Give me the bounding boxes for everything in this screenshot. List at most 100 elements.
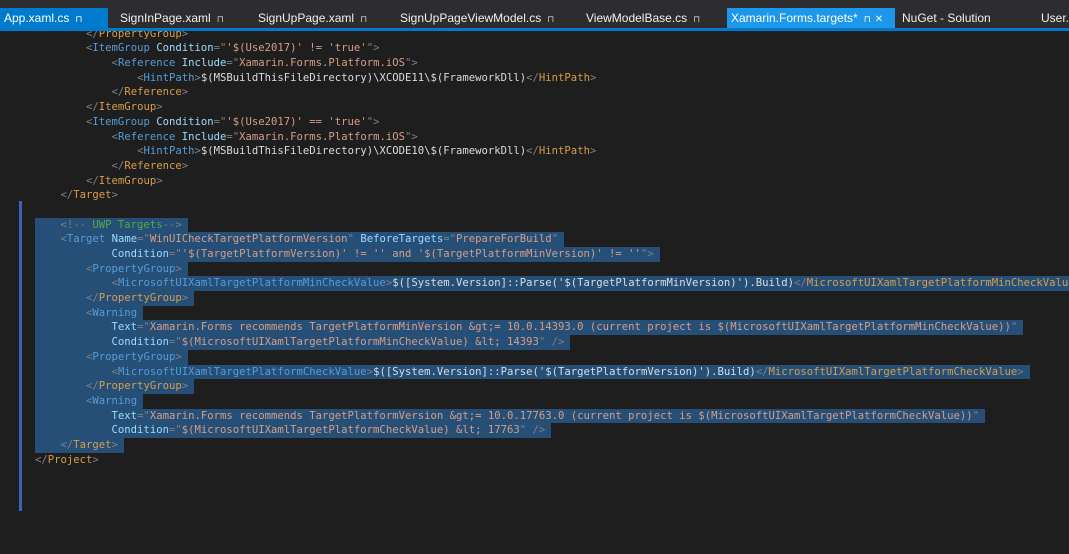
code-token: </ <box>86 174 99 187</box>
tab-3-label: SignUpPageViewModel.cs <box>400 11 542 25</box>
code-token: Warning <box>92 306 138 319</box>
code-token: MicrosoftUIXamlTargetPlatformCheckValue <box>117 365 367 378</box>
code-token: Condition <box>111 248 169 260</box>
tab-2[interactable]: SignUpPage.xaml ⊓ <box>254 8 386 28</box>
code-token: HintPath <box>143 145 195 158</box>
code-token: '$(Use2017)' == 'true' <box>226 115 367 128</box>
tab-7[interactable]: User.c <box>1037 8 1069 28</box>
code-token: '$(Use2017)' != 'true' <box>226 42 367 55</box>
code-token: "> <box>640 248 654 260</box>
code-line-text: <PropertyGroup> <box>35 349 188 365</box>
pin-icon[interactable]: ⊓ <box>217 14 224 24</box>
code-token: Project <box>47 453 93 466</box>
code-token: Reference <box>124 86 182 99</box>
tab-6-label: NuGet - Solution <box>902 11 991 25</box>
code-token: </ <box>35 453 48 466</box>
tab-4-label: ViewModelBase.cs <box>586 11 688 25</box>
tab-1-label: SignInPage.xaml <box>120 11 211 25</box>
tab-3[interactable]: SignUpPageViewModel.cs ⊓ <box>396 8 562 28</box>
code-token: > <box>175 350 182 363</box>
code-token: </ <box>526 145 539 158</box>
tab-6[interactable]: NuGet - Solution <box>898 8 1018 28</box>
code-line-text: <MicrosoftUIXamlTargetPlatformCheckValue… <box>35 364 1030 380</box>
code-token: Reference <box>124 159 182 172</box>
code-line-text: <MicrosoftUIXamlTargetPlatformMinCheckVa… <box>35 276 1069 292</box>
code-token: HintPath <box>143 71 195 84</box>
code-line-text: <!-- UWP Targets--> <box>35 217 188 233</box>
code-token: $([System.Version]::Parse('$(TargetPlatf… <box>392 277 795 290</box>
code-line-text: </PropertyGroup> <box>35 379 195 394</box>
code-token: > <box>111 189 118 202</box>
pin-icon[interactable]: ⊓ <box>693 14 700 24</box>
code-token: </ <box>111 159 125 172</box>
code-token: </ <box>60 438 74 451</box>
code-token: =" <box>168 336 182 349</box>
code-token: =" <box>226 57 240 70</box>
code-token: Warning <box>92 394 138 407</box>
code-token: " /> <box>519 424 546 437</box>
code-line-text: </Target> <box>35 437 124 453</box>
code-token: > <box>181 159 189 172</box>
code-token: > <box>181 31 189 40</box>
code-token: > <box>589 71 597 84</box>
code-line-text: </Target> <box>35 188 118 203</box>
code-token: Target <box>66 233 106 246</box>
code-token: PropertyGroup <box>92 262 176 275</box>
pin-icon[interactable]: ⊓ <box>547 14 554 24</box>
code-line-text: </Reference> <box>35 159 189 174</box>
pin-icon[interactable]: ⊓ <box>75 14 82 24</box>
code-token: > <box>175 262 182 275</box>
code-line-text: </Project> <box>35 453 99 468</box>
code-line-text: <Warning <box>35 305 144 321</box>
tab-4[interactable]: ViewModelBase.cs ⊓ <box>582 8 722 28</box>
document-tab-bar: App.xaml.cs ⊓ SignInPage.xaml ⊓ SignUpPage… <box>0 0 1069 30</box>
code-editor[interactable]: <FrameworkDll Condition="'$(TargetFramew… <box>0 31 1069 554</box>
code-token: </ <box>86 292 99 305</box>
code-token: "> <box>404 130 418 143</box>
code-token: " <box>972 409 979 422</box>
code-token: PropertyGroup <box>98 292 182 305</box>
code-line-text: Condition="$(MicrosoftUIXamlTargetPlatfo… <box>35 423 552 438</box>
code-token: > <box>181 292 189 305</box>
code-token: "> <box>404 57 418 70</box>
code-line-text: Text="Xamarin.Forms recommends TargetPla… <box>35 320 1024 336</box>
tab-1[interactable]: SignInPage.xaml ⊓ <box>116 8 236 28</box>
code-token: Reference <box>117 57 176 70</box>
code-line-text: </ItemGroup> <box>35 174 163 189</box>
code-token: " /> <box>538 336 565 349</box>
code-token: </ <box>111 86 125 99</box>
code-token: WinUICheckTargetPlatformVersion <box>149 233 348 246</box>
code-token: Xamarin.Forms.Platform.iOS <box>239 130 405 143</box>
pin-icon[interactable]: ⊓ <box>864 14 871 24</box>
code-token: =" <box>137 321 150 334</box>
code-token: Condition <box>149 42 214 55</box>
code-token: $(MSBuildThisFileDirectory)\XCODE10\$(Fr… <box>200 145 527 158</box>
code-token: Condition <box>111 424 169 437</box>
code-token: =" <box>443 233 457 246</box>
tab-5-label: Xamarin.Forms.targets* <box>731 11 858 25</box>
tab-5[interactable]: Xamarin.Forms.targets* ⊓ ✕ <box>727 8 895 28</box>
code-line-text: <Reference Include="Xamarin.Forms.Platfo… <box>35 56 418 71</box>
code-line-text: Condition="'$(TargetPlatformVersion)' !=… <box>35 247 660 262</box>
code-token: $(MicrosoftUIXamlTargetPlatformMinCheckV… <box>181 336 539 349</box>
pin-icon[interactable]: ⊓ <box>360 14 367 24</box>
code-token: > <box>156 174 163 187</box>
close-icon[interactable]: ✕ <box>875 14 883 25</box>
tab-0[interactable]: App.xaml.cs ⊓ <box>0 8 108 28</box>
code-token: BeforeTargets <box>353 233 444 246</box>
